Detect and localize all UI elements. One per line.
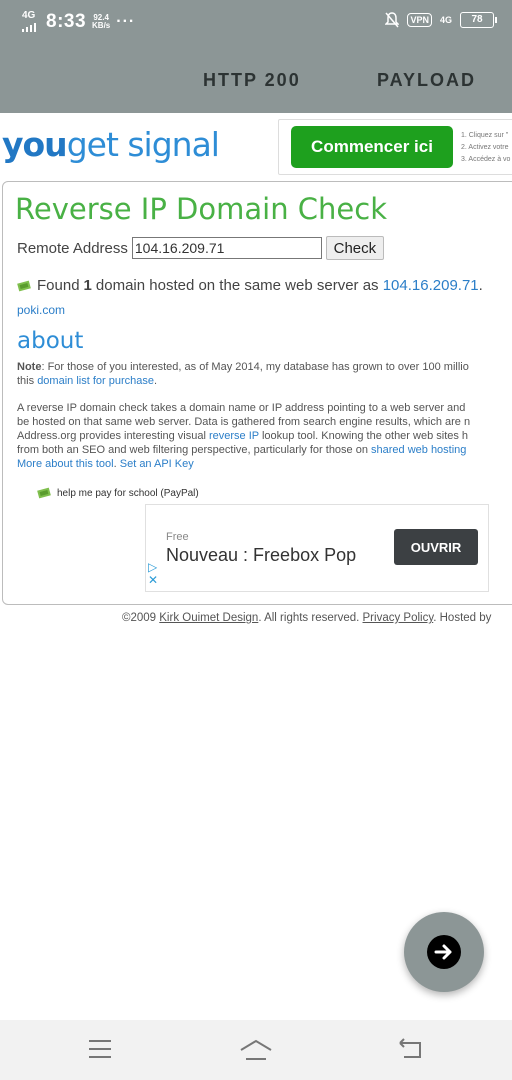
more-notifications-icon: ··· (116, 13, 136, 30)
network-speed: 92.4 KB/s (92, 14, 110, 30)
status-bar: 4G 8:33 92.4 KB/s ··· VPN 4G 78 (0, 0, 512, 44)
money-icon (37, 487, 51, 499)
clock: 8:33 (46, 11, 87, 32)
logo-rest: get signal (66, 125, 220, 164)
shared-hosting-link[interactable]: shared web hosting (371, 444, 466, 456)
privacy-policy-link[interactable]: Privacy Policy (363, 612, 434, 624)
ad-label: Free (166, 531, 189, 543)
adchoices-icon[interactable]: ▷ ✕ (148, 561, 158, 587)
paragraph-line: be hosted on that same web server. Data … (17, 416, 471, 428)
description-paragraph: A reverse IP domain check takes a domain… (17, 401, 512, 471)
ad-step: 3. Accédez à vo (461, 156, 511, 163)
system-nav-bar (0, 1020, 512, 1080)
mute-icon (385, 12, 400, 28)
bottom-ad[interactable]: ▷ ✕ Free Nouveau : Freebox Pop OUVRIR (145, 504, 489, 592)
site-logo[interactable]: youget signal (2, 125, 220, 164)
note-line2-prefix: this (17, 375, 38, 387)
home-icon[interactable] (238, 1038, 274, 1062)
result-count: 1 (83, 277, 92, 294)
app-tabs: HTTP 200 PAYLOAD (0, 60, 512, 100)
money-icon (17, 280, 31, 291)
more-about-tool-link[interactable]: More about this tool (17, 458, 114, 470)
back-icon[interactable] (398, 1038, 424, 1060)
api-key-link[interactable]: Set an API Key (120, 458, 194, 470)
app-header: 4G 8:33 92.4 KB/s ··· VPN 4G 78 HTTP 200… (0, 0, 512, 113)
ad-open-button[interactable]: OUVRIR (394, 529, 478, 565)
logo-you: you (2, 125, 68, 164)
domain-list-link[interactable]: domain list for purchase (37, 375, 154, 387)
ad-start-button[interactable]: Commencer ici (291, 126, 453, 168)
result-suffix: . (478, 277, 483, 294)
footer-copyright: ©2009 (122, 612, 160, 624)
speed-unit: KB/s (92, 21, 111, 30)
result-text: domain hosted on the same web server as (95, 277, 379, 294)
paragraph-text: Address.org provides interesting visual (17, 430, 209, 442)
vpn-badge: VPN (407, 13, 432, 27)
top-ad[interactable]: Commencer ici 1. Cliquez sur " 2. Active… (278, 119, 512, 175)
remote-address-input[interactable] (131, 237, 322, 259)
ad-steps: 1. Cliquez sur " 2. Activez votre 3. Acc… (461, 130, 510, 166)
tab-payload[interactable]: PAYLOAD (377, 70, 476, 91)
reverse-ip-link[interactable]: reverse IP (209, 430, 259, 442)
paypal-link[interactable]: help me pay for school (PayPal) (37, 487, 199, 499)
network-type-left: 4G (22, 10, 36, 21)
site-footer: ©2009 Kirk Ouimet Design. All rights res… (122, 612, 491, 624)
paragraph-text: from both an SEO and web filtering persp… (17, 444, 372, 456)
result-ip: 104.16.209.71 (382, 277, 479, 294)
domain-link[interactable]: poki.com (17, 303, 65, 317)
note-label: Note (17, 361, 42, 373)
content-panel: Reverse IP Domain Check Remote Address C… (2, 181, 512, 605)
footer-rights: . All rights reserved. (258, 612, 363, 624)
webpage: youget signal Commencer ici 1. Cliquez s… (0, 113, 512, 633)
battery-level: 78 (471, 14, 483, 25)
menu-icon[interactable] (87, 1038, 113, 1060)
ad-step: 1. Cliquez sur " (461, 132, 509, 139)
signal-icon: 4G (22, 11, 40, 33)
paragraph-text: lookup tool. Knowing the other web sites… (258, 430, 469, 442)
result-prefix: Found (37, 277, 80, 294)
arrow-right-icon (427, 935, 461, 969)
paragraph-line: A reverse IP domain check takes a domain… (17, 402, 466, 414)
lookup-form: Remote Address Check (17, 236, 384, 260)
check-button[interactable]: Check (325, 236, 384, 260)
page-title: Reverse IP Domain Check (15, 192, 388, 226)
footer-hosted: . Hosted by (433, 612, 492, 624)
tab-http-status[interactable]: HTTP 200 (203, 70, 301, 91)
network-type-right: 4G (439, 14, 452, 25)
author-link[interactable]: Kirk Ouimet Design (159, 612, 258, 624)
paypal-text: help me pay for school (PayPal) (57, 487, 199, 499)
note-line2-suffix: . (153, 375, 158, 387)
note-body: : For those of you interested, as of May… (41, 361, 469, 373)
note-text: Note: For those of you interested, as of… (17, 360, 512, 388)
result-summary: Found 1 domain hosted on the same web se… (17, 277, 483, 294)
ad-title: Nouveau : Freebox Pop (166, 545, 357, 565)
remote-address-label: Remote Address (17, 239, 128, 257)
send-fab[interactable] (404, 912, 484, 992)
ad-step: 2. Activez votre (461, 144, 509, 151)
battery-icon: 78 (460, 12, 497, 28)
about-heading: about (17, 328, 84, 354)
